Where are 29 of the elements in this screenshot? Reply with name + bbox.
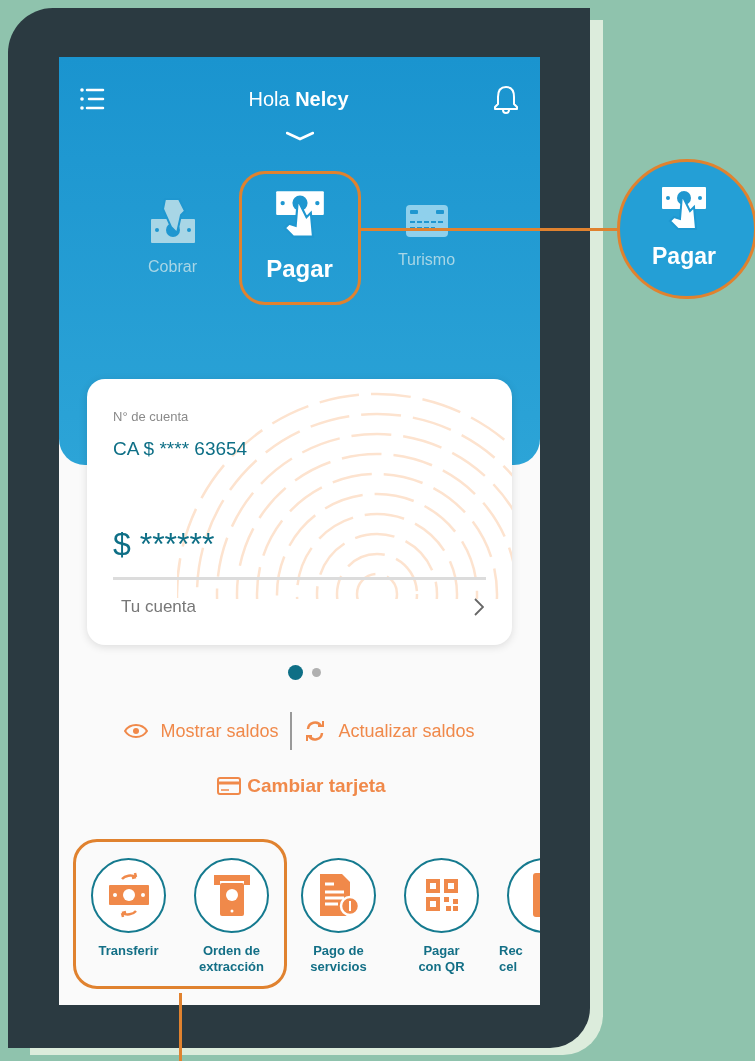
- chevron-down-icon[interactable]: [285, 131, 314, 141]
- card-icon: [404, 204, 449, 238]
- shortcut-label: Orden de extracción: [198, 942, 264, 975]
- shortcut-label: Pagar con QR: [418, 942, 465, 975]
- atm-icon: [211, 873, 252, 917]
- menu-icon[interactable]: [79, 86, 105, 112]
- chevron-right-icon: [474, 597, 484, 616]
- shortcut-label: Rec cel: [498, 942, 523, 975]
- greeting: Hola Nelcy: [248, 87, 349, 112]
- shortcut-label: Pago de servicios: [310, 942, 367, 975]
- eye-icon: [124, 723, 149, 739]
- notification-bell-icon[interactable]: [492, 84, 520, 114]
- account-link[interactable]: Tu cuenta: [87, 594, 512, 620]
- callout-line: [179, 993, 182, 1061]
- change-card-link[interactable]: Cambiar tarjeta: [217, 772, 386, 801]
- balance-action[interactable]: Mostrar saldos: [124, 717, 279, 745]
- balance-action[interactable]: Actualizar saldos: [304, 717, 475, 745]
- callout-label: Pagar: [652, 241, 716, 271]
- account-number: CA $ **** 63654: [113, 436, 249, 461]
- qr-code-icon: [423, 877, 460, 913]
- invoice-icon: [317, 872, 360, 918]
- service-option[interactable]: Cobrar: [111, 171, 234, 305]
- money-exchange-icon: [107, 871, 150, 919]
- account-label: N° de cuenta: [113, 408, 190, 426]
- service-option[interactable]: Pagar: [238, 171, 361, 305]
- balance-amount: $ ******: [113, 525, 216, 563]
- shortcut-label: Transferir: [98, 942, 159, 959]
- card-icon: [217, 777, 242, 796]
- refresh-icon: [304, 720, 327, 742]
